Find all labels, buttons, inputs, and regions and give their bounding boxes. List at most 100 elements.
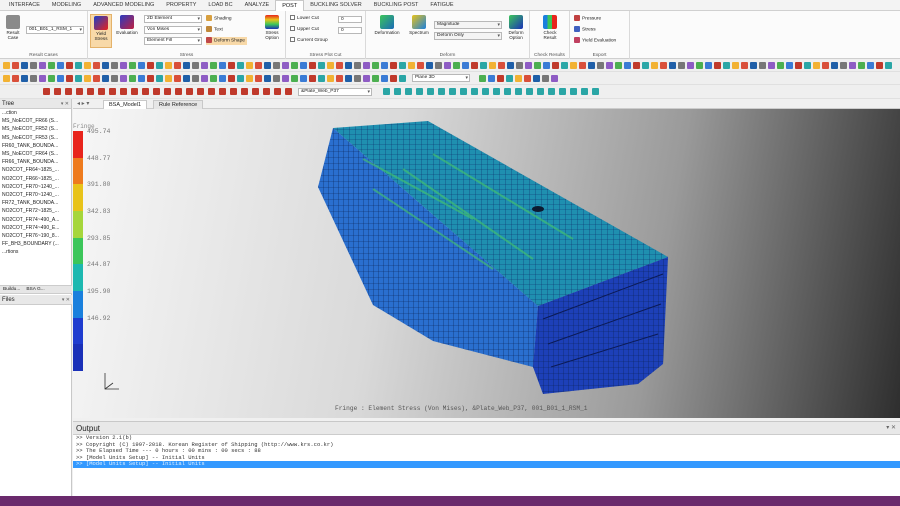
toolbar-tool-icon[interactable] [579, 62, 586, 69]
toolbar-tool-icon[interactable] [570, 88, 577, 95]
toolbar-tool-icon[interactable] [129, 62, 136, 69]
toolbar-tool-icon[interactable] [489, 62, 496, 69]
tab-buckling-post[interactable]: BUCKLING POST [368, 0, 425, 11]
toolbar-tool-icon[interactable] [426, 62, 433, 69]
toolbar-tool-icon[interactable] [840, 62, 847, 69]
tab-modeling[interactable]: MODELING [46, 0, 87, 11]
toolbar-tool-icon[interactable] [84, 62, 91, 69]
toolbar-tool-icon[interactable] [164, 88, 171, 95]
tree-item[interactable]: MS_NoECOT_FR64 (S... [0, 150, 71, 158]
toolbar-tool-icon[interactable] [471, 88, 478, 95]
toolbar-tool-icon[interactable] [147, 75, 154, 82]
toolbar-tool-icon[interactable] [416, 88, 423, 95]
toolbar-tool-icon[interactable] [197, 88, 204, 95]
toolbar-tool-icon[interactable] [777, 62, 784, 69]
toolbar-tool-icon[interactable] [479, 75, 486, 82]
toolbar-tool-icon[interactable] [57, 75, 64, 82]
toolbar-tool-icon[interactable] [102, 62, 109, 69]
toolbar-tool-icon[interactable] [480, 62, 487, 69]
toolbar-tool-icon[interactable] [831, 62, 838, 69]
toolbar-tool-icon[interactable] [192, 62, 199, 69]
toolbar-tool-icon[interactable] [660, 62, 667, 69]
toolbar-tool-icon[interactable] [75, 75, 82, 82]
tab-interface[interactable]: INTERFACE [3, 0, 46, 11]
deform-option-button[interactable]: Deform Option [504, 14, 528, 48]
toolbar-tool-icon[interactable] [120, 62, 127, 69]
element-type-select[interactable]: 2D Element [144, 15, 202, 23]
toolbar-tool-icon[interactable] [493, 88, 500, 95]
toolbar-tool-icon[interactable] [43, 88, 50, 95]
toolbar-tool-icon[interactable] [552, 62, 559, 69]
toolbar-tool-icon[interactable] [12, 75, 19, 82]
toolbar-tool-icon[interactable] [345, 75, 352, 82]
export-yield-evaluation-button[interactable]: Yield Evaluation [574, 37, 616, 45]
toolbar-tool-icon[interactable] [327, 62, 334, 69]
toolbar-tool-icon[interactable] [174, 75, 181, 82]
toolbar-tool-icon[interactable] [588, 62, 595, 69]
toolbar-tool-icon[interactable] [57, 62, 64, 69]
fill-type-select[interactable]: Element Fill [144, 37, 202, 45]
toolbar-tool-icon[interactable] [39, 62, 46, 69]
toolbar-tool-icon[interactable] [804, 62, 811, 69]
tab-bsa[interactable]: BSA G... [23, 287, 47, 292]
toolbar-tool-icon[interactable] [3, 75, 10, 82]
toolbar-tool-icon[interactable] [525, 62, 532, 69]
toolbar-tool-icon[interactable] [93, 75, 100, 82]
toolbar-tool-icon[interactable] [768, 62, 775, 69]
toolbar-tool-icon[interactable] [109, 88, 116, 95]
toolbar-tool-icon[interactable] [417, 62, 424, 69]
toolbar-tool-icon[interactable] [21, 75, 28, 82]
toolbar-tool-icon[interactable] [615, 62, 622, 69]
toolbar-tool-icon[interactable] [515, 88, 522, 95]
toolbar-tool-icon[interactable] [65, 88, 72, 95]
deform-shape-button[interactable]: Deform Shape [206, 37, 247, 45]
tree-item[interactable]: MS_NoECOT_FR53 (S... [0, 134, 71, 142]
toolbar-tool-icon[interactable] [705, 62, 712, 69]
toolbar-tool-icon[interactable] [66, 75, 73, 82]
tree-item[interactable]: NO2COT_FR74~490_A... [0, 216, 71, 224]
toolbar-tool-icon[interactable] [606, 62, 613, 69]
toolbar-tool-icon[interactable] [210, 75, 217, 82]
toolbar-tool-icon[interactable] [309, 62, 316, 69]
toolbar-tool-icon[interactable] [98, 88, 105, 95]
toolbar-tool-icon[interactable] [678, 62, 685, 69]
toolbar-tool-icon[interactable] [460, 88, 467, 95]
tab-scroll-arrows-icon[interactable]: ◂ ▸ ▾ [77, 100, 89, 107]
toolbar-tool-icon[interactable] [542, 75, 549, 82]
current-group-checkbox[interactable]: Current Group [290, 37, 328, 45]
tree-item[interactable]: FF_BH3_BOUNDARY (... [0, 240, 71, 248]
toolbar-tool-icon[interactable] [390, 62, 397, 69]
toolbar-tool-icon[interactable] [153, 88, 160, 95]
toolbar-tool-icon[interactable] [156, 75, 163, 82]
toolbar-tool-icon[interactable] [237, 62, 244, 69]
toolbar-tool-icon[interactable] [581, 88, 588, 95]
toolbar-tool-icon[interactable] [147, 62, 154, 69]
tree-item[interactable]: NO2COT_FR70~1240_... [0, 183, 71, 191]
tree-root[interactable]: ...ction [0, 109, 71, 117]
toolbar-tool-icon[interactable] [165, 75, 172, 82]
toolbar-tool-icon[interactable] [87, 88, 94, 95]
toolbar-tool-icon[interactable] [372, 75, 379, 82]
toolbar-tool-icon[interactable] [228, 75, 235, 82]
toolbar-tool-icon[interactable] [822, 62, 829, 69]
plane-select[interactable]: Plane 3D [412, 74, 470, 82]
toolbar-tool-icon[interactable] [75, 62, 82, 69]
toolbar-tool-icon[interactable] [48, 75, 55, 82]
toolbar-tool-icon[interactable] [54, 88, 61, 95]
toolbar-tool-icon[interactable] [394, 88, 401, 95]
toolbar-tool-icon[interactable] [687, 62, 694, 69]
toolbar-tool-icon[interactable] [228, 62, 235, 69]
tree-item[interactable]: FR60_TANK_BOUNDA... [0, 142, 71, 150]
upper-cut-field[interactable]: 0 [338, 27, 362, 34]
toolbar-tool-icon[interactable] [273, 75, 280, 82]
toolbar-tool-icon[interactable] [885, 62, 892, 69]
lower-cut-checkbox[interactable]: Lower Cut [290, 15, 319, 23]
text-button[interactable]: Text [206, 26, 223, 34]
toolbar-tool-icon[interactable] [482, 88, 489, 95]
toolbar-tool-icon[interactable] [462, 62, 469, 69]
toolbar-tool-icon[interactable] [210, 62, 217, 69]
toolbar-tool-icon[interactable] [399, 75, 406, 82]
tab-post[interactable]: POST [275, 0, 305, 11]
toolbar-tool-icon[interactable] [858, 62, 865, 69]
toolbar-tool-icon[interactable] [84, 75, 91, 82]
